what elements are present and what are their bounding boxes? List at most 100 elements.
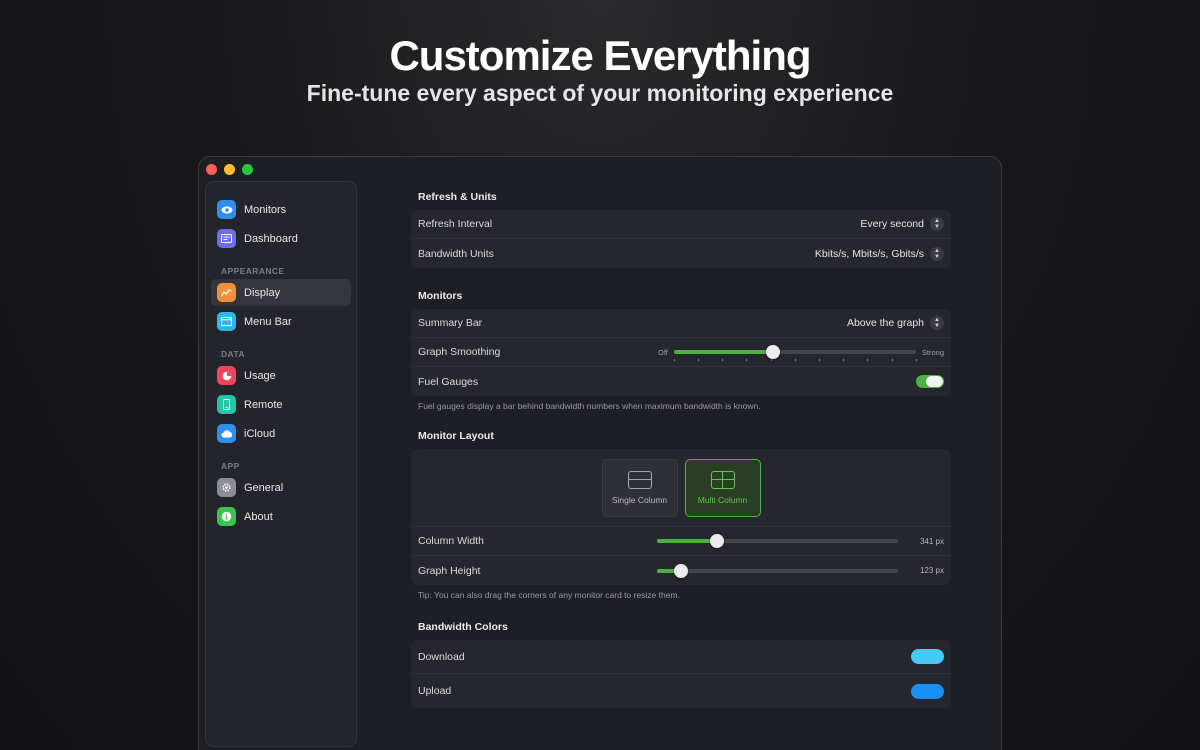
sidebar-item-menu-bar[interactable]: Menu Bar <box>211 308 351 335</box>
layout-picker: Single Column Multi Column <box>411 449 951 527</box>
section-title-refresh: Refresh & Units <box>418 191 497 203</box>
dashboard-icon <box>217 229 236 248</box>
graph-height-row: Graph Height 123 px <box>411 556 951 585</box>
section-title-layout: Monitor Layout <box>418 430 494 442</box>
multi-column-icon <box>710 470 735 489</box>
bandwidth-units-label: Bandwidth Units <box>418 247 494 260</box>
summary-bar-label: Summary Bar <box>418 317 483 329</box>
zoom-window-button[interactable] <box>242 164 253 175</box>
sidebar-item-remote[interactable]: Remote <box>211 391 351 418</box>
chevron-updown-icon: ▲ ▼ <box>930 246 944 261</box>
phone-icon <box>217 395 236 414</box>
slider-tick <box>698 359 700 361</box>
sidebar-item-label: General <box>244 481 284 494</box>
hero-subtitle: Fine-tune every aspect of your monitorin… <box>306 80 894 106</box>
slider-tick <box>867 359 869 361</box>
column-width-row: Column Width 341 px <box>411 527 951 556</box>
sidebar-section-appearance: APPEARANCE <box>221 266 285 276</box>
sidebar-item-display[interactable]: Display <box>211 279 351 306</box>
gear-icon <box>217 478 236 497</box>
sidebar-section-app: APP <box>221 461 240 471</box>
fuel-gauges-label: Fuel Gauges <box>418 375 479 388</box>
download-color-row: Download <box>411 640 951 674</box>
cloud-icon <box>217 424 236 443</box>
graph-smoothing-slider[interactable] <box>673 345 917 361</box>
slider-fill <box>673 350 773 354</box>
slider-tick <box>891 359 893 361</box>
refresh-interval-label: Refresh Interval <box>418 218 493 230</box>
single-column-icon <box>627 470 652 489</box>
eye-icon <box>217 200 236 219</box>
monitors-card: Summary Bar Above the graph ▲ ▼ Graph Smo… <box>411 309 951 396</box>
refresh-card: Refresh Interval Every second ▲ ▼ Bandwid… <box>411 210 951 268</box>
upload-color-well[interactable] <box>911 683 944 699</box>
sidebar-item-general[interactable]: General <box>211 474 351 501</box>
menubar-icon <box>217 312 236 331</box>
sidebar-item-monitors[interactable]: Monitors <box>211 196 351 223</box>
graph-height-value: 123 px <box>919 566 944 575</box>
slider-tick <box>746 359 748 361</box>
refresh-interval-value: Every second <box>860 218 924 230</box>
slider-thumb[interactable] <box>710 534 724 548</box>
sidebar-item-label: Menu Bar <box>244 315 292 328</box>
slider-thumb[interactable] <box>765 345 780 359</box>
summary-bar-select[interactable]: Above the graph ▲ ▼ <box>847 316 944 330</box>
close-window-button[interactable] <box>206 164 217 175</box>
layout-card: Single Column Multi Column Column Width … <box>411 449 951 585</box>
graph-height-label: Graph Height <box>418 564 481 577</box>
slider-tick <box>915 359 917 361</box>
layout-tip: Tip: You can also drag the corners of an… <box>418 590 680 600</box>
multi-column-option[interactable]: Multi Column <box>684 458 761 517</box>
download-label: Download <box>418 650 465 663</box>
refresh-interval-row: Refresh Interval Every second ▲ ▼ <box>411 210 951 239</box>
slider-tick <box>794 359 796 361</box>
chart-icon <box>217 283 236 302</box>
slider-tick <box>819 359 821 361</box>
fuel-gauges-row: Fuel Gauges <box>411 367 951 396</box>
sidebar-item-icloud[interactable]: iCloud <box>211 420 351 447</box>
sidebar-item-usage[interactable]: Usage <box>211 362 351 389</box>
summary-bar-row: Summary Bar Above the graph ▲ ▼ <box>411 309 951 338</box>
sidebar-item-label: About <box>244 510 273 523</box>
slider-tick <box>673 359 675 361</box>
smoothing-min-label: Off <box>658 347 668 357</box>
smoothing-max-label: Strong <box>921 347 944 357</box>
slider-ticks <box>673 359 917 361</box>
pie-icon <box>217 366 236 385</box>
upload-color-row: Upload <box>411 674 951 708</box>
bandwidth-units-select[interactable]: Kbits/s, Mbits/s, Gbits/s ▲ ▼ <box>814 246 944 261</box>
sidebar-section-data: DATA <box>221 349 245 359</box>
hero-title: Customize Everything <box>389 32 811 79</box>
download-color-well[interactable] <box>911 649 944 664</box>
single-column-option[interactable]: Single Column <box>601 458 678 517</box>
fuel-gauges-note: Fuel gauges display a bar behind bandwid… <box>418 401 761 411</box>
graph-smoothing-row: Graph Smoothing Off Strong <box>411 338 951 367</box>
sidebar-item-label: Dashboard <box>244 232 298 245</box>
window-controls <box>206 164 253 175</box>
sidebar-item-label: Monitors <box>244 203 287 216</box>
single-column-label: Single Column <box>611 494 668 505</box>
graph-height-slider[interactable] <box>657 563 898 578</box>
settings-window: Monitors Dashboard APPEARANCE Display Me… <box>198 156 1002 750</box>
sidebar-item-dashboard[interactable]: Dashboard <box>211 225 351 252</box>
refresh-interval-select[interactable]: Every second ▲ ▼ <box>860 217 944 231</box>
column-width-label: Column Width <box>418 535 484 547</box>
sidebar-item-label: Display <box>244 286 281 299</box>
bandwidth-units-row: Bandwidth Units Kbits/s, Mbits/s, Gbits/… <box>411 239 951 268</box>
section-title-monitors: Monitors <box>418 290 463 302</box>
column-width-slider[interactable] <box>657 534 898 548</box>
colors-card: Download Upload <box>411 640 951 708</box>
slider-thumb[interactable] <box>674 563 688 578</box>
minimize-window-button[interactable] <box>224 164 235 175</box>
sidebar-item-about[interactable]: About <box>211 503 351 530</box>
section-title-colors: Bandwidth Colors <box>418 621 508 633</box>
column-width-value: 341 px <box>919 536 944 546</box>
upload-label: Upload <box>418 685 452 697</box>
fuel-gauges-toggle[interactable] <box>916 375 944 388</box>
slider-tick <box>722 359 724 361</box>
summary-bar-value: Above the graph <box>846 317 924 329</box>
multi-column-label: Multi Column <box>697 494 748 505</box>
bandwidth-units-value: Kbits/s, Mbits/s, Gbits/s <box>814 247 924 260</box>
slider-tick <box>843 359 845 361</box>
sidebar-item-label: iCloud <box>244 427 276 440</box>
